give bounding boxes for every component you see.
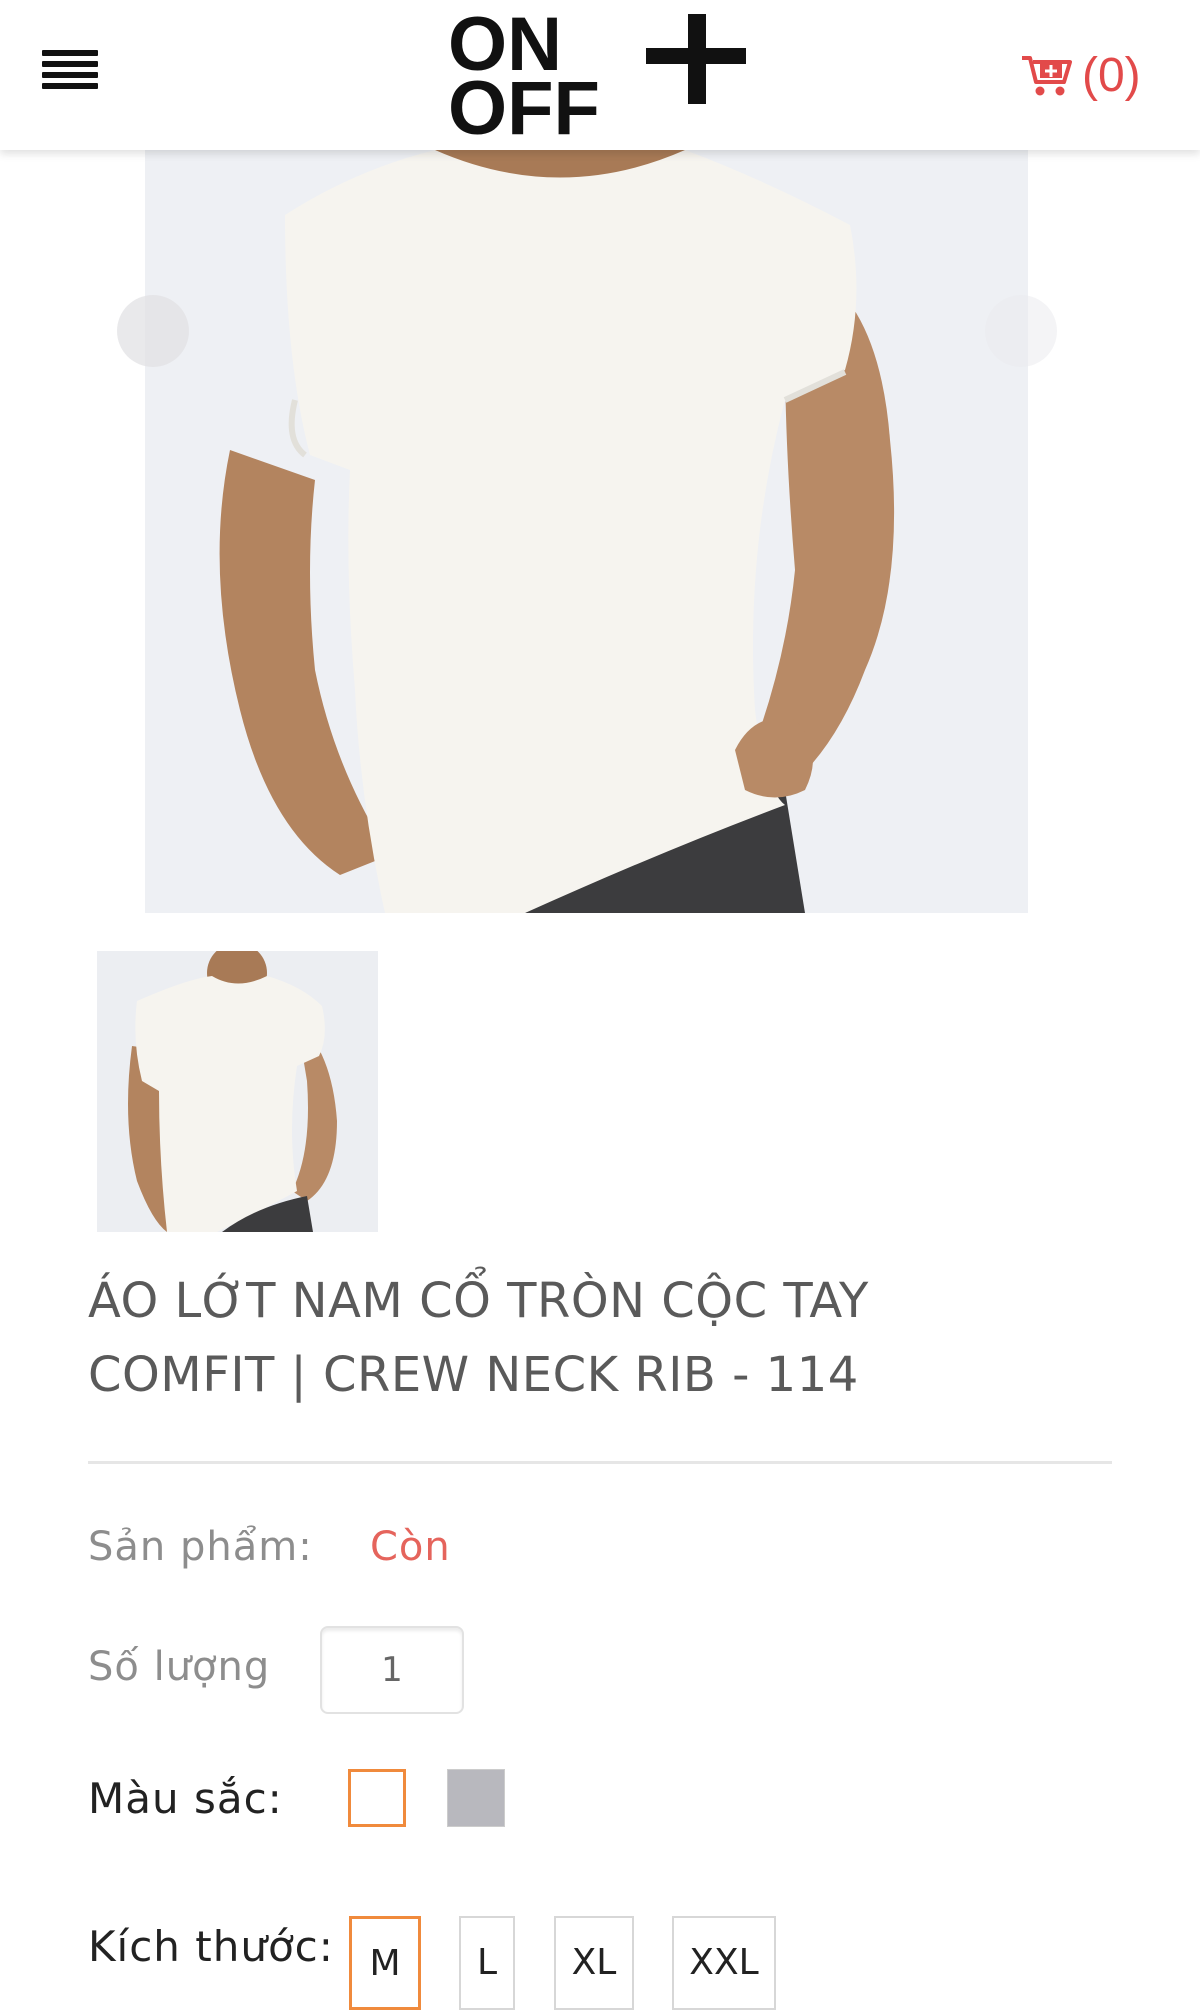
carousel-next-button[interactable] bbox=[985, 295, 1057, 367]
quantity-label: Số lượng bbox=[88, 1644, 271, 1690]
availability-label: Sản phẩm: bbox=[88, 1524, 313, 1570]
color-swatch-gray[interactable] bbox=[447, 1769, 505, 1827]
color-swatch-white[interactable] bbox=[348, 1769, 406, 1827]
availability-status: Còn bbox=[370, 1524, 451, 1570]
brand-logo[interactable]: ON OFF bbox=[448, 2, 748, 151]
carousel-prev-button[interactable] bbox=[117, 295, 189, 367]
color-label: Màu sắc: bbox=[88, 1774, 283, 1823]
cart-icon bbox=[1022, 56, 1072, 96]
product-title-line2: COMFIT | CREW NECK RIB - 114 bbox=[88, 1347, 859, 1403]
hamburger-menu-icon[interactable] bbox=[42, 50, 98, 98]
size-option-xl[interactable]: XL bbox=[554, 1916, 634, 2010]
quantity-input[interactable]: 1 bbox=[320, 1626, 464, 1714]
top-header: ON OFF (0) bbox=[0, 0, 1200, 151]
size-option-m[interactable]: M bbox=[349, 1916, 421, 2010]
size-label: Kích thước: bbox=[88, 1922, 334, 1971]
product-title: ÁO LỚT NAM CỔ TRÒN CỘC TAY COMFIT | CREW… bbox=[88, 1264, 1128, 1412]
product-main-image bbox=[145, 150, 1028, 913]
divider bbox=[88, 1461, 1112, 1464]
logo-plus-vertical bbox=[688, 14, 706, 104]
product-title-line1: ÁO LỚT NAM CỔ TRÒN CỘC TAY bbox=[88, 1273, 869, 1329]
product-thumbnail[interactable] bbox=[97, 951, 378, 1232]
size-option-l[interactable]: L bbox=[459, 1916, 515, 2010]
cart-button[interactable]: (0) bbox=[1020, 40, 1141, 110]
cart-count: (0) bbox=[1082, 48, 1141, 102]
size-option-xxl[interactable]: XXL bbox=[672, 1916, 776, 2010]
logo-text-off: OFF bbox=[448, 66, 600, 136]
product-page: ON OFF (0) ÁO LỚT NAM CỔ TRÒN CỘC TAY CO… bbox=[0, 0, 1200, 2010]
